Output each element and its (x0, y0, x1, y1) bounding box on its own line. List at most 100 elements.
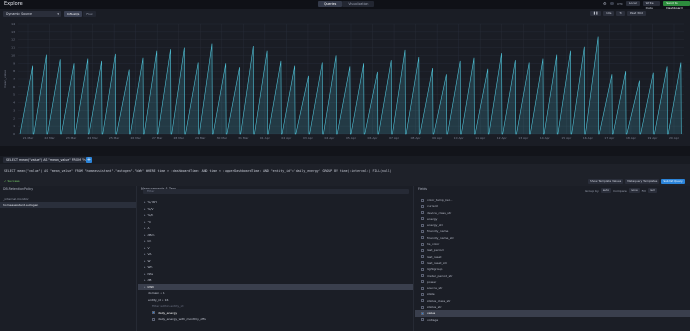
x-tick-label: 28 Mar (174, 136, 185, 140)
chevron-down-icon: ▾ (57, 12, 59, 16)
measurement-label: Wh (147, 265, 153, 269)
chevron-right-icon: ▸ (144, 278, 146, 282)
measurement-label: lm (147, 239, 152, 243)
tag-value-item[interactable]: daily_energy_with_monthly_offs (138, 316, 413, 323)
x-tick-label: 18 Apr (626, 136, 637, 140)
x-tick-label: 02 Apr (281, 136, 292, 140)
x-tick-label: 30 Mar (217, 136, 228, 140)
submit-query-button[interactable]: Submit Query (661, 179, 685, 184)
checkbox[interactable] (421, 204, 424, 208)
pause-button[interactable]: ❚❚ (590, 11, 602, 16)
tag-key-item[interactable]: entity_id • 16 (138, 297, 413, 304)
checkbox[interactable] (421, 248, 424, 252)
checkbox[interactable] (421, 229, 424, 233)
y-tick-label: 1 (13, 124, 15, 128)
query-editor[interactable] (0, 164, 690, 186)
checkbox[interactable] (421, 311, 424, 315)
query-tab[interactable]: SELECT mean("value") AS "mean_value" FRO… (3, 157, 92, 163)
field-label: last_period (427, 248, 444, 253)
x-tick-label: 15 Apr (561, 136, 572, 140)
utc-label: UTC (616, 1, 623, 6)
chevron-right-icon: ▸ (144, 271, 146, 276)
time-range-select[interactable]: Past 30d (626, 11, 646, 16)
measurement-label: hPa (147, 271, 153, 276)
checkbox[interactable] (421, 305, 424, 309)
write-data-button[interactable]: Write Data (642, 1, 661, 10)
top-right-controls: ⚙ UTC Local Write Data Send to Dashboard (603, 1, 690, 10)
measurement-label: °C (147, 219, 152, 224)
refresh-icon[interactable]: ↻ (616, 11, 625, 16)
metaquery-templates-select[interactable]: Metaquery Templates (625, 179, 660, 184)
chevron-right-icon: ▸ (144, 200, 146, 204)
checkbox[interactable] (421, 242, 424, 246)
refresh-select[interactable]: 10s (603, 11, 615, 16)
x-tick-label: 05 Apr (346, 136, 357, 140)
show-template-values-button[interactable]: Show Template Values (588, 179, 624, 184)
checkbox[interactable] (421, 274, 424, 278)
checkbox[interactable] (421, 267, 424, 271)
x-tick-label: 23 Mar (66, 136, 77, 140)
checkbox[interactable] (421, 255, 424, 259)
field-label: source_str (427, 286, 443, 291)
y-tick-label: 7 (13, 77, 15, 81)
checkbox[interactable] (421, 211, 424, 215)
checkbox[interactable] (152, 317, 155, 321)
tag-value-label: daily_energy_with_monthly_offs (158, 317, 206, 321)
x-tick-label: 11 Apr (475, 136, 486, 140)
send-to-dashboard-button[interactable]: Send to Dashboard (663, 1, 690, 10)
group-by-select[interactable]: auto (600, 188, 612, 193)
compare-label: Compare (613, 188, 627, 193)
add-query-button[interactable]: + (86, 157, 92, 163)
checkbox[interactable] (421, 299, 424, 303)
x-tick-label: 21 Mar (23, 136, 34, 140)
checkbox[interactable] (421, 318, 424, 322)
measurement-label: V (147, 245, 150, 250)
field-label: current (427, 204, 438, 209)
tab-flux[interactable]: Flux (83, 11, 96, 17)
x-tick-label: 10 Apr (454, 136, 465, 140)
field-item[interactable]: voltage (415, 317, 690, 323)
measurement-label: VA (147, 252, 152, 256)
y-tick-label: 4 (13, 101, 15, 105)
source-select[interactable]: Dynamic Source ▾ (3, 11, 61, 17)
x-tick-label: 26 Mar (130, 136, 141, 140)
checkbox[interactable] (421, 280, 424, 284)
chevron-right-icon: ▸ (144, 239, 146, 243)
checkbox[interactable] (421, 223, 424, 227)
field-label: color_temp_kel... (427, 198, 453, 202)
chevron-right-icon: ▸ (144, 245, 146, 250)
splitter[interactable] (0, 146, 690, 156)
x-tick-label: 06 Apr (368, 136, 379, 140)
local-button[interactable]: Local (625, 1, 640, 6)
checkbox[interactable] (421, 217, 424, 221)
y-tick-label: 9 (13, 61, 15, 65)
query-text[interactable]: SELECT mean("value") AS "mean_value" FRO… (4, 169, 392, 173)
measurement-search-input[interactable]: Filter (143, 189, 409, 194)
field-label: meter_period_str (427, 273, 453, 278)
y-tick-label: 10 (11, 53, 15, 57)
tab-queries[interactable]: Queries (318, 1, 343, 7)
compare-select[interactable]: none (628, 188, 640, 193)
x-tick-label: 12 Apr (497, 136, 508, 140)
gear-icon[interactable]: ⚙ (603, 1, 607, 6)
checkbox[interactable] (421, 292, 424, 296)
checkbox[interactable] (421, 198, 424, 202)
checkbox[interactable] (421, 286, 424, 290)
mode-tabs: Queries Visualization (318, 1, 375, 7)
db-item[interactable]: homeassistant.autogen (0, 202, 136, 208)
measurement-list: ▸ %/ RH ▸ %/V ▸ %/h ▸ °C ▸ A ▸ dBm ▸ lm ▸ V ▸ VA ▸ W ▸ Wh ▸ hPa… (138, 199, 413, 323)
measurement-label: dBm (147, 232, 155, 237)
field-label: status_str (427, 305, 442, 310)
fill-select[interactable]: null (647, 188, 657, 193)
checkbox[interactable] (421, 236, 424, 240)
x-tick-label: 25 Mar (109, 136, 120, 140)
query-status: ✓ Success (4, 179, 20, 183)
checkbox[interactable] (421, 261, 424, 265)
utc-toggle[interactable] (609, 2, 614, 5)
checkbox[interactable] (152, 311, 155, 314)
tab-influxql[interactable]: InfluxQL (64, 11, 83, 17)
measurement-label: W (147, 258, 151, 263)
tab-visualization[interactable]: Visualization (342, 1, 375, 7)
source-value: Dynamic Source (6, 12, 33, 16)
x-tick-label: 04 Apr (324, 136, 335, 140)
